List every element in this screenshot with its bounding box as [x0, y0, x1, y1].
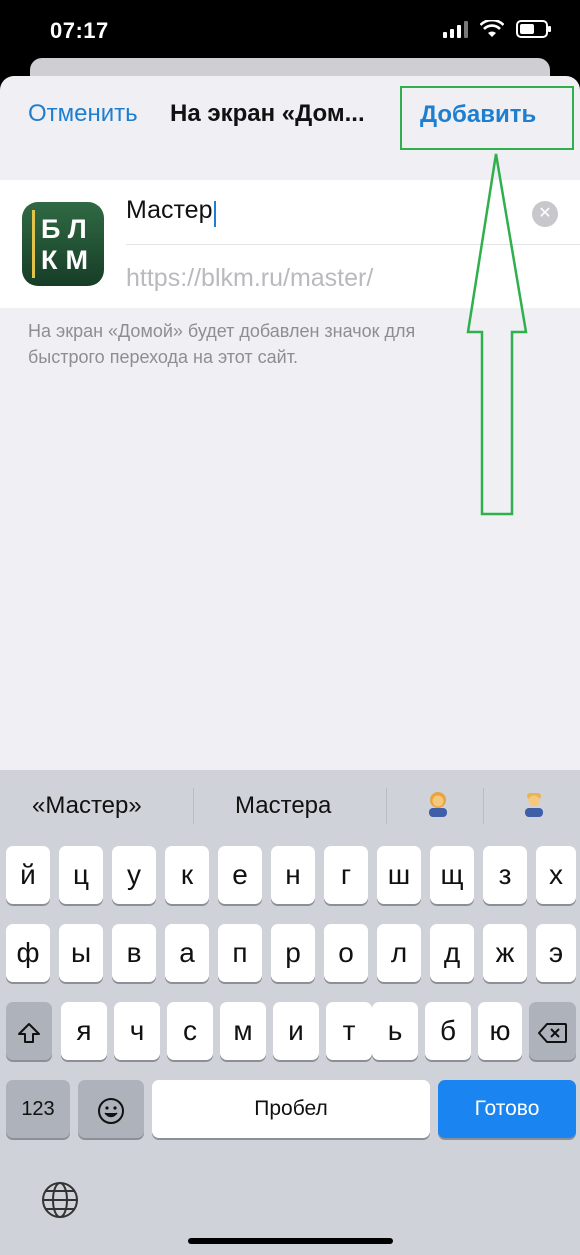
backspace-icon: [537, 1022, 567, 1043]
suggestion-quoted[interactable]: «Мастер»: [32, 792, 142, 820]
backspace-key[interactable]: [529, 1002, 576, 1060]
key-в[interactable]: в: [112, 924, 156, 982]
suggestion-divider: [483, 788, 484, 824]
site-app-icon: БЛ КМ: [22, 202, 104, 286]
suggestion-plural[interactable]: Мастера: [235, 792, 331, 820]
key-я[interactable]: я: [61, 1002, 107, 1060]
key-д[interactable]: д: [430, 924, 474, 982]
done-key[interactable]: Готово: [438, 1080, 576, 1138]
key-о[interactable]: о: [324, 924, 368, 982]
key-и[interactable]: и: [273, 1002, 319, 1060]
add-button-highlight[interactable]: Добавить: [400, 86, 574, 150]
key-ю[interactable]: ю: [478, 1002, 522, 1060]
annotation-arrow-icon: [466, 153, 528, 516]
add-button[interactable]: Добавить: [420, 101, 536, 129]
keyboard: «Мастер» Мастера й ц у к е н г ш щ з х ф…: [0, 770, 580, 1255]
key-ц[interactable]: ц: [59, 846, 103, 904]
home-indicator: [188, 1238, 393, 1244]
shift-key[interactable]: [6, 1002, 52, 1060]
key-щ[interactable]: щ: [430, 846, 474, 904]
icon-stripe: [32, 210, 35, 278]
key-ж[interactable]: ж: [483, 924, 527, 982]
page-title: На экран «Дом...: [170, 100, 365, 127]
status-time: 07:17: [50, 18, 109, 43]
text-caret: [213, 200, 216, 227]
key-р[interactable]: р: [271, 924, 315, 982]
emoji-key[interactable]: [78, 1080, 144, 1138]
clear-text-button[interactable]: ✕: [532, 201, 558, 227]
battery-icon: [516, 20, 552, 38]
cellular-signal-icon: [443, 20, 468, 38]
key-х[interactable]: х: [536, 846, 576, 904]
cancel-button[interactable]: Отменить: [28, 100, 138, 128]
key-л[interactable]: л: [377, 924, 421, 982]
man-worker-emoji-icon[interactable]: [520, 790, 548, 818]
space-key[interactable]: Пробел: [152, 1080, 430, 1138]
navigation-bar: Отменить На экран «Дом... Добавить: [0, 76, 580, 154]
key-т[interactable]: т: [326, 1002, 372, 1060]
key-э[interactable]: э: [536, 924, 576, 982]
key-г[interactable]: г: [324, 846, 368, 904]
shift-arrow-icon: [18, 1022, 40, 1043]
key-б[interactable]: б: [425, 1002, 471, 1060]
bookmark-url: https://blkm.ru/master/: [126, 264, 374, 292]
key-п[interactable]: п: [218, 924, 262, 982]
smiley-icon: [98, 1097, 124, 1124]
key-у[interactable]: у: [112, 846, 156, 904]
key-ы[interactable]: ы: [59, 924, 103, 982]
description-text: На экран «Домой» будет добавлен значок д…: [28, 321, 416, 367]
key-й[interactable]: й: [6, 846, 50, 904]
numbers-key[interactable]: 123: [6, 1080, 70, 1138]
woman-worker-emoji-icon[interactable]: [424, 790, 452, 818]
globe-icon[interactable]: [40, 1180, 80, 1220]
icon-text-line1: БЛ: [41, 214, 95, 244]
key-е[interactable]: е: [218, 846, 262, 904]
key-м[interactable]: м: [220, 1002, 266, 1060]
key-с[interactable]: с: [167, 1002, 213, 1060]
key-к[interactable]: к: [165, 846, 209, 904]
key-ч[interactable]: ч: [114, 1002, 160, 1060]
key-а[interactable]: а: [165, 924, 209, 982]
key-ш[interactable]: ш: [377, 846, 421, 904]
suggestion-bar: «Мастер» Мастера: [0, 770, 580, 842]
status-icons: [443, 20, 552, 38]
key-н[interactable]: н: [271, 846, 315, 904]
key-ь[interactable]: ь: [372, 1002, 418, 1060]
wifi-icon: [480, 20, 504, 38]
key-з[interactable]: з: [483, 846, 527, 904]
icon-text-line2: КМ: [41, 245, 96, 275]
status-bar: 07:17: [0, 0, 580, 64]
suggestion-divider: [386, 788, 387, 824]
suggestion-divider: [193, 788, 194, 824]
key-ф[interactable]: ф: [6, 924, 50, 982]
bookmark-name-value: Мастер: [126, 196, 213, 224]
